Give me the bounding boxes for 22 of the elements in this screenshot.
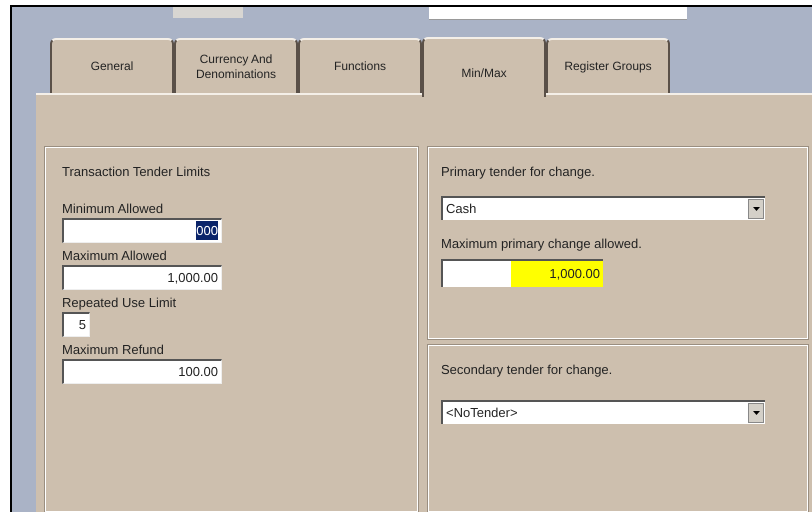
dropdown[interactable]: <NoTender>: [441, 400, 765, 424]
field-label: Maximum Refund: [62, 340, 165, 358]
toolbar-field: [173, 7, 243, 18]
tab[interactable]: General: [50, 38, 174, 93]
tab[interactable]: Currency And Denominations: [174, 38, 298, 93]
text-field[interactable]: [429, 7, 687, 20]
field-label: Maximum primary change allowed.: [441, 234, 643, 253]
field-label: Repeated Use Limit: [62, 294, 178, 312]
dropdown[interactable]: Cash: [441, 196, 765, 220]
field-label: Minimum Allowed: [62, 200, 164, 218]
tab[interactable]: Register Groups: [546, 38, 670, 93]
tab[interactable]: Functions: [298, 38, 422, 93]
input-field[interactable]: 1,000.00: [441, 259, 603, 287]
input-field[interactable]: 100.00: [62, 358, 222, 384]
tab[interactable]: Min/Max: [422, 37, 546, 97]
field-label: Maximum Allowed: [62, 246, 168, 264]
input-field[interactable]: 000: [62, 218, 222, 242]
field-label: Secondary tender for change.: [441, 361, 614, 379]
field-label: Primary tender for change.: [441, 163, 596, 181]
input-field[interactable]: 5: [62, 312, 90, 336]
group-title: Transaction Tender Limits: [62, 163, 212, 181]
input-field[interactable]: 1,000.00: [62, 264, 222, 290]
